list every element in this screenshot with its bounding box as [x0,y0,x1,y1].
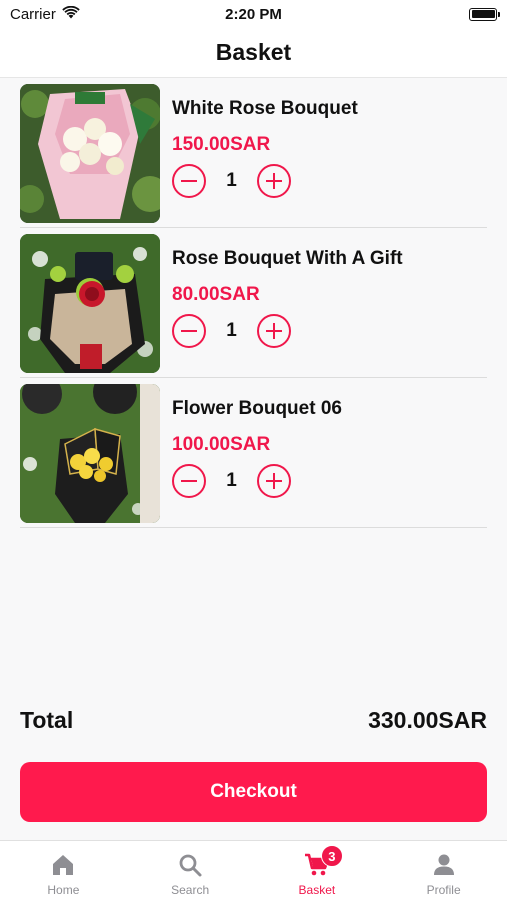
tab-profile[interactable]: Profile [380,841,507,900]
total-value: 330.00SAR [368,706,487,733]
status-left: Carrier [10,5,80,23]
decrease-quantity-button[interactable] [172,464,206,498]
carrier-label: Carrier [10,5,56,23]
tab-bar: Home Search 3 Basket Profile [0,840,507,900]
minus-icon [181,329,197,333]
quantity-stepper: 1 [172,164,358,198]
basket-item: Flower Bouquet 06 100.00SAR 1 [20,378,487,528]
item-name: White Rose Bouquet [172,98,358,119]
checkout-button[interactable]: Checkout [20,762,487,822]
home-icon [49,851,77,879]
cart-icon: 3 [303,845,343,879]
quantity-stepper: 1 [172,464,342,498]
status-bar: Carrier 2:20 PM [0,0,507,28]
tab-search[interactable]: Search [127,841,254,900]
basket-item: Rose Bouquet With A Gift 80.00SAR 1 [20,228,487,378]
quantity-value: 1 [226,470,237,491]
decrease-quantity-button[interactable] [172,164,206,198]
item-name: Rose Bouquet With A Gift [172,248,403,269]
quantity-value: 1 [226,320,237,341]
search-icon [176,851,204,879]
increase-quantity-button[interactable] [257,164,291,198]
product-image [20,384,160,523]
tab-label: Home [47,883,80,897]
minus-icon [181,179,197,183]
item-info: White Rose Bouquet 150.00SAR 1 [172,84,358,198]
battery-icon [469,7,500,21]
quantity-stepper: 1 [172,314,403,348]
tab-label: Search [171,883,210,897]
tab-basket[interactable]: 3 Basket [254,841,381,900]
item-price: 150.00SAR [172,134,271,155]
item-price: 100.00SAR [172,434,271,455]
tab-label: Basket [298,883,336,897]
item-name: Flower Bouquet 06 [172,398,342,419]
product-image [20,84,160,223]
decrease-quantity-button[interactable] [172,314,206,348]
person-icon [430,851,458,879]
cart-count-badge: 3 [320,845,343,867]
basket-list: White Rose Bouquet 150.00SAR 1 Rose Bouq… [20,78,487,528]
item-info: Rose Bouquet With A Gift 80.00SAR 1 [172,234,403,348]
item-info: Flower Bouquet 06 100.00SAR 1 [172,384,342,498]
page-title: Basket [215,39,292,65]
wifi-icon [62,5,80,23]
nav-header: Basket [0,28,507,78]
item-price: 80.00SAR [172,284,260,305]
increase-quantity-button[interactable] [257,464,291,498]
total-row: Total 330.00SAR [20,704,487,736]
quantity-value: 1 [226,170,237,191]
increase-quantity-button[interactable] [257,314,291,348]
tab-label: Profile [426,883,461,897]
total-label: Total [20,706,74,733]
minus-icon [181,479,197,483]
product-image [20,234,160,373]
tab-home[interactable]: Home [0,841,127,900]
basket-item: White Rose Bouquet 150.00SAR 1 [20,78,487,228]
